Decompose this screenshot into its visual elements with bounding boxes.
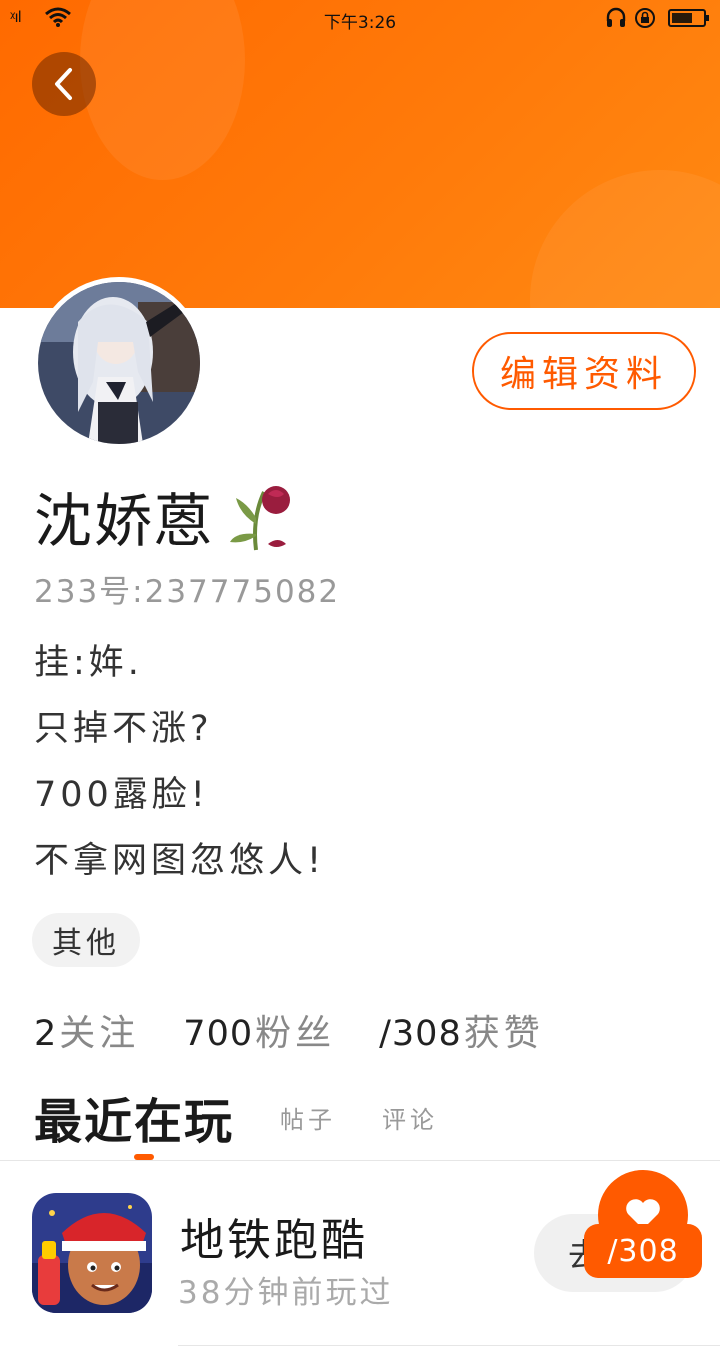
bio-line: 挂:姩. xyxy=(34,643,143,683)
stats-row: 2 关注 700 粉丝 /308 获赞 xyxy=(34,1002,588,1058)
following-label: 关注 xyxy=(59,1013,140,1054)
rose-icon xyxy=(230,486,291,551)
likes-label: 获赞 xyxy=(463,1013,544,1054)
status-bar: ᵡıl 下午3:26 xyxy=(0,0,720,36)
username-row: 沈娇蒽 xyxy=(34,478,292,555)
game-last-played: 38分钟前玩过 xyxy=(178,1275,394,1311)
bio-line: 不拿网图忽悠人! xyxy=(34,841,326,881)
followers-count: 700 xyxy=(183,1014,254,1054)
avatar-image xyxy=(38,282,200,444)
user-id: 233号:237775082 xyxy=(34,574,341,610)
headset-icon xyxy=(606,7,626,27)
like-count-badge: /308 xyxy=(584,1224,702,1278)
tab-recently-played[interactable]: 最近在玩 xyxy=(34,1082,234,1152)
followers-label: 粉丝 xyxy=(255,1013,336,1054)
back-chevron-icon xyxy=(55,68,72,100)
following-count: 2 xyxy=(34,1014,58,1054)
battery-icon xyxy=(668,9,709,27)
edit-profile-button[interactable]: 编辑资料 xyxy=(472,332,696,410)
followers-stat[interactable]: 700 粉丝 xyxy=(183,1004,335,1056)
tab-comments[interactable]: 评论 xyxy=(382,1100,438,1135)
likes-count: /308 xyxy=(379,1014,462,1054)
profile-tag[interactable]: 其他 xyxy=(32,913,140,967)
profile-banner xyxy=(0,0,720,308)
rotation-lock-icon xyxy=(635,8,655,28)
divider xyxy=(178,1345,720,1346)
following-stat[interactable]: 2 关注 xyxy=(34,1004,139,1056)
likes-stat[interactable]: /308 获赞 xyxy=(379,1004,544,1056)
avatar[interactable] xyxy=(33,277,205,449)
game-icon xyxy=(32,1193,152,1313)
banner-decoration xyxy=(530,170,720,308)
bio: 挂:姩. 只掉不涨? 700露脸! 不拿网图忽悠人! xyxy=(34,630,325,894)
game-title: 地铁跑酷 xyxy=(180,1215,368,1266)
profile-tabs: 最近在玩 帖子 评论 xyxy=(34,1082,438,1152)
bio-line: 只掉不涨? xyxy=(34,709,213,749)
back-button[interactable] xyxy=(32,52,96,116)
tab-posts[interactable]: 帖子 xyxy=(280,1100,336,1135)
bio-line: 700露脸! xyxy=(34,775,209,815)
username: 沈娇蒽 xyxy=(34,487,215,555)
